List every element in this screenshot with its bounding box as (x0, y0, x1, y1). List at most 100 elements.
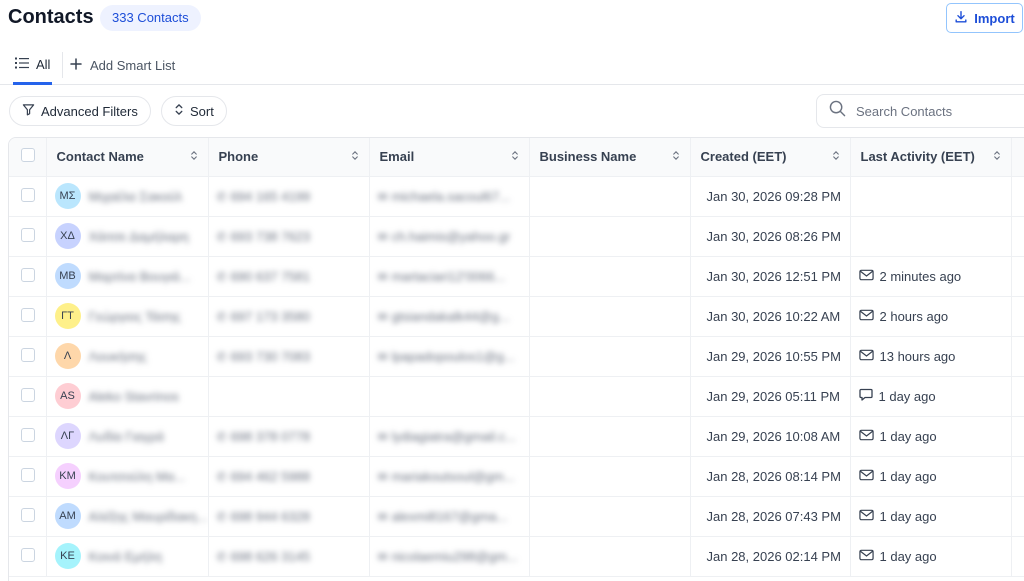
add-smart-list-button[interactable]: Add Smart List (70, 46, 175, 85)
avatar: ΛΓ (54, 423, 81, 449)
email-cell: ✉ alexmi8167@gma... (369, 496, 530, 537)
column-contact-name[interactable]: Contact Name (46, 138, 209, 177)
created-date: Jan 29, 2026 10:55 PM (706, 348, 841, 364)
table-row[interactable]: ΓΤ Γεώργιος Τάσης ✆ 697 173 3580 ✉ gtsiandaka… (9, 296, 1024, 337)
overflow-cell (1011, 216, 1024, 257)
column-last-activity[interactable]: Last Activity (EET) (850, 138, 1012, 177)
tab-divider (62, 52, 63, 78)
page-title: Contacts (8, 6, 94, 28)
table-row[interactable]: ΜΒ Μαρτίνα Βουγιά... ✆ 690 637 7581 ✉ martaci… (9, 256, 1024, 297)
phone-value: 698 378 0778 (230, 428, 311, 444)
contact-name-cell[interactable]: AS Aleko Stavrinos (46, 376, 209, 417)
last-activity-value: 13 hours ago (879, 348, 956, 364)
overflow-cell (1011, 496, 1024, 537)
table-row[interactable]: ΜΣ Μιχαέλα Σακούλ ✆ 694 165 4199 ✉ michaela.s… (9, 176, 1024, 217)
row-checkbox[interactable] (21, 387, 35, 402)
email-icon: ✉ (377, 469, 388, 484)
import-button[interactable]: Import (946, 3, 1023, 33)
contact-name[interactable]: Χάιτσε Δαμήλαρη (89, 229, 189, 244)
table-row[interactable]: ΧΔ Χάιτσε Δαμήλαρη ✆ 693 738 7623 ✉ ch.haimis… (9, 216, 1024, 257)
sort-icon (351, 149, 359, 164)
contact-name-cell[interactable]: ΜΒ Μαρτίνα Βουγιά... (46, 256, 209, 297)
contact-name-cell[interactable]: ΛΓ Λυδία Γιαγρά (46, 416, 209, 457)
last-activity-cell: 1 day ago (850, 416, 1012, 457)
column-created[interactable]: Created (EET) (690, 138, 851, 177)
column-business-name[interactable]: Business Name (529, 138, 691, 177)
created-date: Jan 28, 2026 02:14 PM (706, 548, 841, 564)
contact-name[interactable]: Αλέξης Μαυρίδακη... (89, 509, 208, 524)
created-date: Jan 28, 2026 08:14 PM (706, 468, 841, 484)
email-value: mariakoutsoul@gm... (391, 468, 515, 484)
row-checkbox[interactable] (21, 227, 35, 242)
column-overflow (1011, 138, 1024, 177)
contact-name[interactable]: Κοινά Εμήλη (89, 549, 162, 564)
phone-icon: ✆ (216, 509, 227, 524)
contact-name-cell[interactable]: ΓΤ Γεώργιος Τάσης (46, 296, 209, 337)
created-cell: Jan 28, 2026 02:14 PM (690, 536, 851, 577)
row-checkbox[interactable] (21, 187, 35, 202)
contact-name-cell[interactable]: ΧΔ Χάιτσε Δαμήλαρη (46, 216, 209, 257)
row-checkbox[interactable] (21, 427, 35, 442)
email-cell: ✉ nicolaemiu298@gm... (369, 536, 530, 577)
created-date: Jan 30, 2026 09:28 PM (706, 188, 841, 204)
column-email[interactable]: Email (369, 138, 530, 177)
advanced-filters-label: Advanced Filters (41, 103, 138, 119)
phone-icon: ✆ (216, 429, 227, 444)
contacts-table: Contact Name Phone Email Business Name C… (8, 137, 1024, 581)
phone-cell: ✆ 698 626 3145 (208, 536, 370, 577)
select-all-checkbox[interactable] (21, 148, 35, 163)
created-date: Jan 30, 2026 08:26 PM (706, 228, 841, 244)
column-phone[interactable]: Phone (208, 138, 370, 177)
column-label: Last Activity (EET) (860, 149, 975, 165)
row-checkbox[interactable] (21, 347, 35, 362)
contact-name[interactable]: Γεώργιος Τάσης (89, 309, 181, 324)
avatar: Λ (54, 343, 81, 369)
table-row[interactable]: ΚΜ Κουτσούλη Μα... ✆ 694 462 5988 ✉ mariakout… (9, 456, 1024, 497)
contact-name-cell[interactable]: ΚΕ Κοινά Εμήλη (46, 536, 209, 577)
contact-name[interactable]: Λυδία Γιαγρά (89, 429, 164, 444)
business-name-cell (529, 416, 691, 457)
created-cell: Jan 30, 2026 12:51 PM (690, 256, 851, 297)
row-checkbox[interactable] (21, 507, 35, 522)
last-activity-value: 1 day ago (879, 428, 937, 444)
tab-all[interactable]: All (13, 46, 53, 85)
email-value: michaela.sacoul67... (391, 188, 511, 204)
table-row[interactable]: ΛΓ Λυδία Γιαγρά ✆ 698 378 0778 ✉ lydiagiatra@… (9, 416, 1024, 457)
table-row[interactable]: AS Aleko Stavrinos Jan 29, 2026 05:11 PM 1 … (9, 376, 1024, 417)
contact-name[interactable]: Aleko Stavrinos (89, 389, 179, 404)
row-checkbox[interactable] (21, 307, 35, 322)
contact-name-cell[interactable]: ΑΜ Αλέξης Μαυρίδακη... (46, 496, 209, 537)
overflow-cell (1011, 176, 1024, 217)
row-checkbox[interactable] (21, 467, 35, 482)
last-activity-value: 1 day ago (879, 508, 937, 524)
row-checkbox[interactable] (21, 547, 35, 562)
overflow-cell (1011, 536, 1024, 577)
contact-name[interactable]: Κουτσούλη Μα... (89, 469, 186, 484)
search-input[interactable] (856, 103, 1006, 119)
contact-name[interactable]: Μαρτίνα Βουγιά... (89, 269, 191, 284)
contact-name-cell[interactable]: ΚΜ Κουτσούλη Μα... (46, 456, 209, 497)
sort-button[interactable]: Sort (161, 96, 227, 126)
sort-icon (993, 149, 1001, 164)
contact-name-cell[interactable]: Λ Λουκήσης (46, 336, 209, 377)
email-icon: ✉ (377, 349, 388, 364)
row-checkbox-cell (9, 496, 47, 537)
email-icon: ✉ (377, 229, 388, 244)
table-row[interactable]: ΚΕ Κοινά Εμήλη ✆ 698 626 3145 ✉ nicolaemiu298… (9, 536, 1024, 577)
created-date: Jan 29, 2026 10:08 AM (706, 428, 841, 444)
avatar: ΜΒ (54, 263, 81, 289)
contact-name[interactable]: Λουκήσης (89, 349, 147, 364)
email-cell: ✉ gtsiandakalk44@g... (369, 296, 530, 337)
row-checkbox[interactable] (21, 267, 35, 282)
phone-value: 690 637 7581 (230, 268, 311, 284)
advanced-filters-button[interactable]: Advanced Filters (9, 96, 151, 126)
business-name-cell (529, 336, 691, 377)
table-row[interactable]: ΑΜ Αλέξης Μαυρίδακη... ✆ 698 944 6328 ✉ alexm… (9, 496, 1024, 537)
contact-name-cell[interactable]: ΜΣ Μιχαέλα Σακούλ (46, 176, 209, 217)
row-checkbox-cell (9, 176, 47, 217)
phone-value: 698 944 6328 (230, 508, 311, 524)
table-row[interactable]: Λ Λουκήσης ✆ 693 730 7083 ✉ lpapadopoulos1@g.… (9, 336, 1024, 377)
email-cell: ✉ martaciari12'0066... (369, 256, 530, 297)
overflow-cell (1011, 456, 1024, 497)
contact-name[interactable]: Μιχαέλα Σακούλ (89, 189, 183, 204)
